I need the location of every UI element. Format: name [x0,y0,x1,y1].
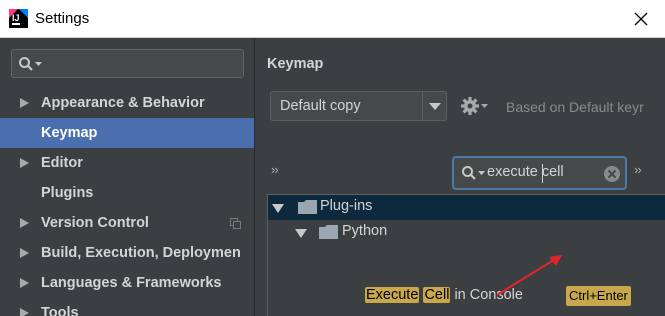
sidebar-item-version-control[interactable]: Version Control [0,208,254,238]
sidebar-item-plugins[interactable]: Plugins [0,178,254,208]
page-title: Keymap [267,56,324,72]
intellij-idea-icon: IJ [9,9,28,28]
sidebar-item-build-execution-deployment[interactable]: Build, Execution, Deploymen [0,238,254,268]
sidebar-search-input[interactable] [11,49,244,78]
svg-text:IJ: IJ [12,13,20,23]
show-more-icon[interactable]: ›› [634,162,642,177]
divider [422,92,423,120]
sidebar-item-label: Version Control [41,215,149,231]
search-icon [462,166,485,180]
expand-all-icon[interactable]: ›› [271,162,279,177]
folder-icon [298,200,317,214]
chevron-right-icon [20,278,29,288]
keymap-action-tree: Plug-ins Python Execute Cell in Console … [267,194,665,316]
keymap-select[interactable]: Default copy [270,91,447,121]
keymap-select-value: Default copy [280,98,361,114]
window-title: Settings [35,10,90,27]
sidebar-item-tools[interactable]: Tools [0,298,254,316]
search-text-before-caret: execute [487,164,542,180]
chevron-down-icon [429,103,441,110]
gear-icon[interactable] [461,96,489,116]
tree-action-execute-cell[interactable]: Execute Cell in Console [365,287,523,303]
chevron-right-icon [20,308,29,316]
sidebar-item-appearance-behavior[interactable]: Appearance & Behavior [0,88,254,118]
sidebar-item-label: Languages & Frameworks [41,275,222,291]
tree-label-python[interactable]: Python [342,223,387,239]
settings-sidebar: Appearance & Behavior Keymap Editor Plug… [0,38,255,316]
expanded-arrow-icon[interactable] [295,229,307,238]
search-text-after-caret: cell [541,164,564,180]
expanded-arrow-icon[interactable] [272,204,284,213]
shortcut-badge: Ctrl+Enter [566,286,631,306]
folder-icon [319,225,338,239]
tree-label-plug-ins[interactable]: Plug-ins [320,198,372,214]
clear-icon[interactable] [603,165,621,183]
sidebar-item-keymap[interactable]: Keymap [0,118,254,148]
based-on-label: Based on Default keyr [506,99,644,115]
close-icon[interactable] [624,4,658,34]
search-match-highlight: Cell [423,287,451,303]
sidebar-item-editor[interactable]: Editor [0,148,254,178]
action-label-rest: in Console [450,287,523,303]
sidebar-item-label: Appearance & Behavior [41,95,205,111]
copy-icon [230,218,241,229]
search-icon [19,57,42,71]
title-bar: IJ Settings [0,0,665,38]
chevron-right-icon [20,158,29,168]
text-caret [542,164,543,183]
chevron-right-icon [20,218,29,228]
chevron-right-icon [20,248,29,258]
sidebar-item-label: Plugins [41,185,94,201]
keymap-search-input[interactable]: execute cell [452,156,627,190]
sidebar-item-languages-frameworks[interactable]: Languages & Frameworks [0,268,254,298]
sidebar-item-label: Keymap [41,125,98,141]
sidebar-item-label: Tools [41,305,79,316]
search-input-value: execute cell [487,164,564,180]
sidebar-item-label: Editor [41,155,83,171]
chevron-right-icon [20,98,29,108]
keymap-panel: Keymap Default copy Based on Default key… [256,38,665,316]
search-match-highlight: Execute [365,287,420,303]
sidebar-item-label: Build, Execution, Deploymen [41,245,241,261]
